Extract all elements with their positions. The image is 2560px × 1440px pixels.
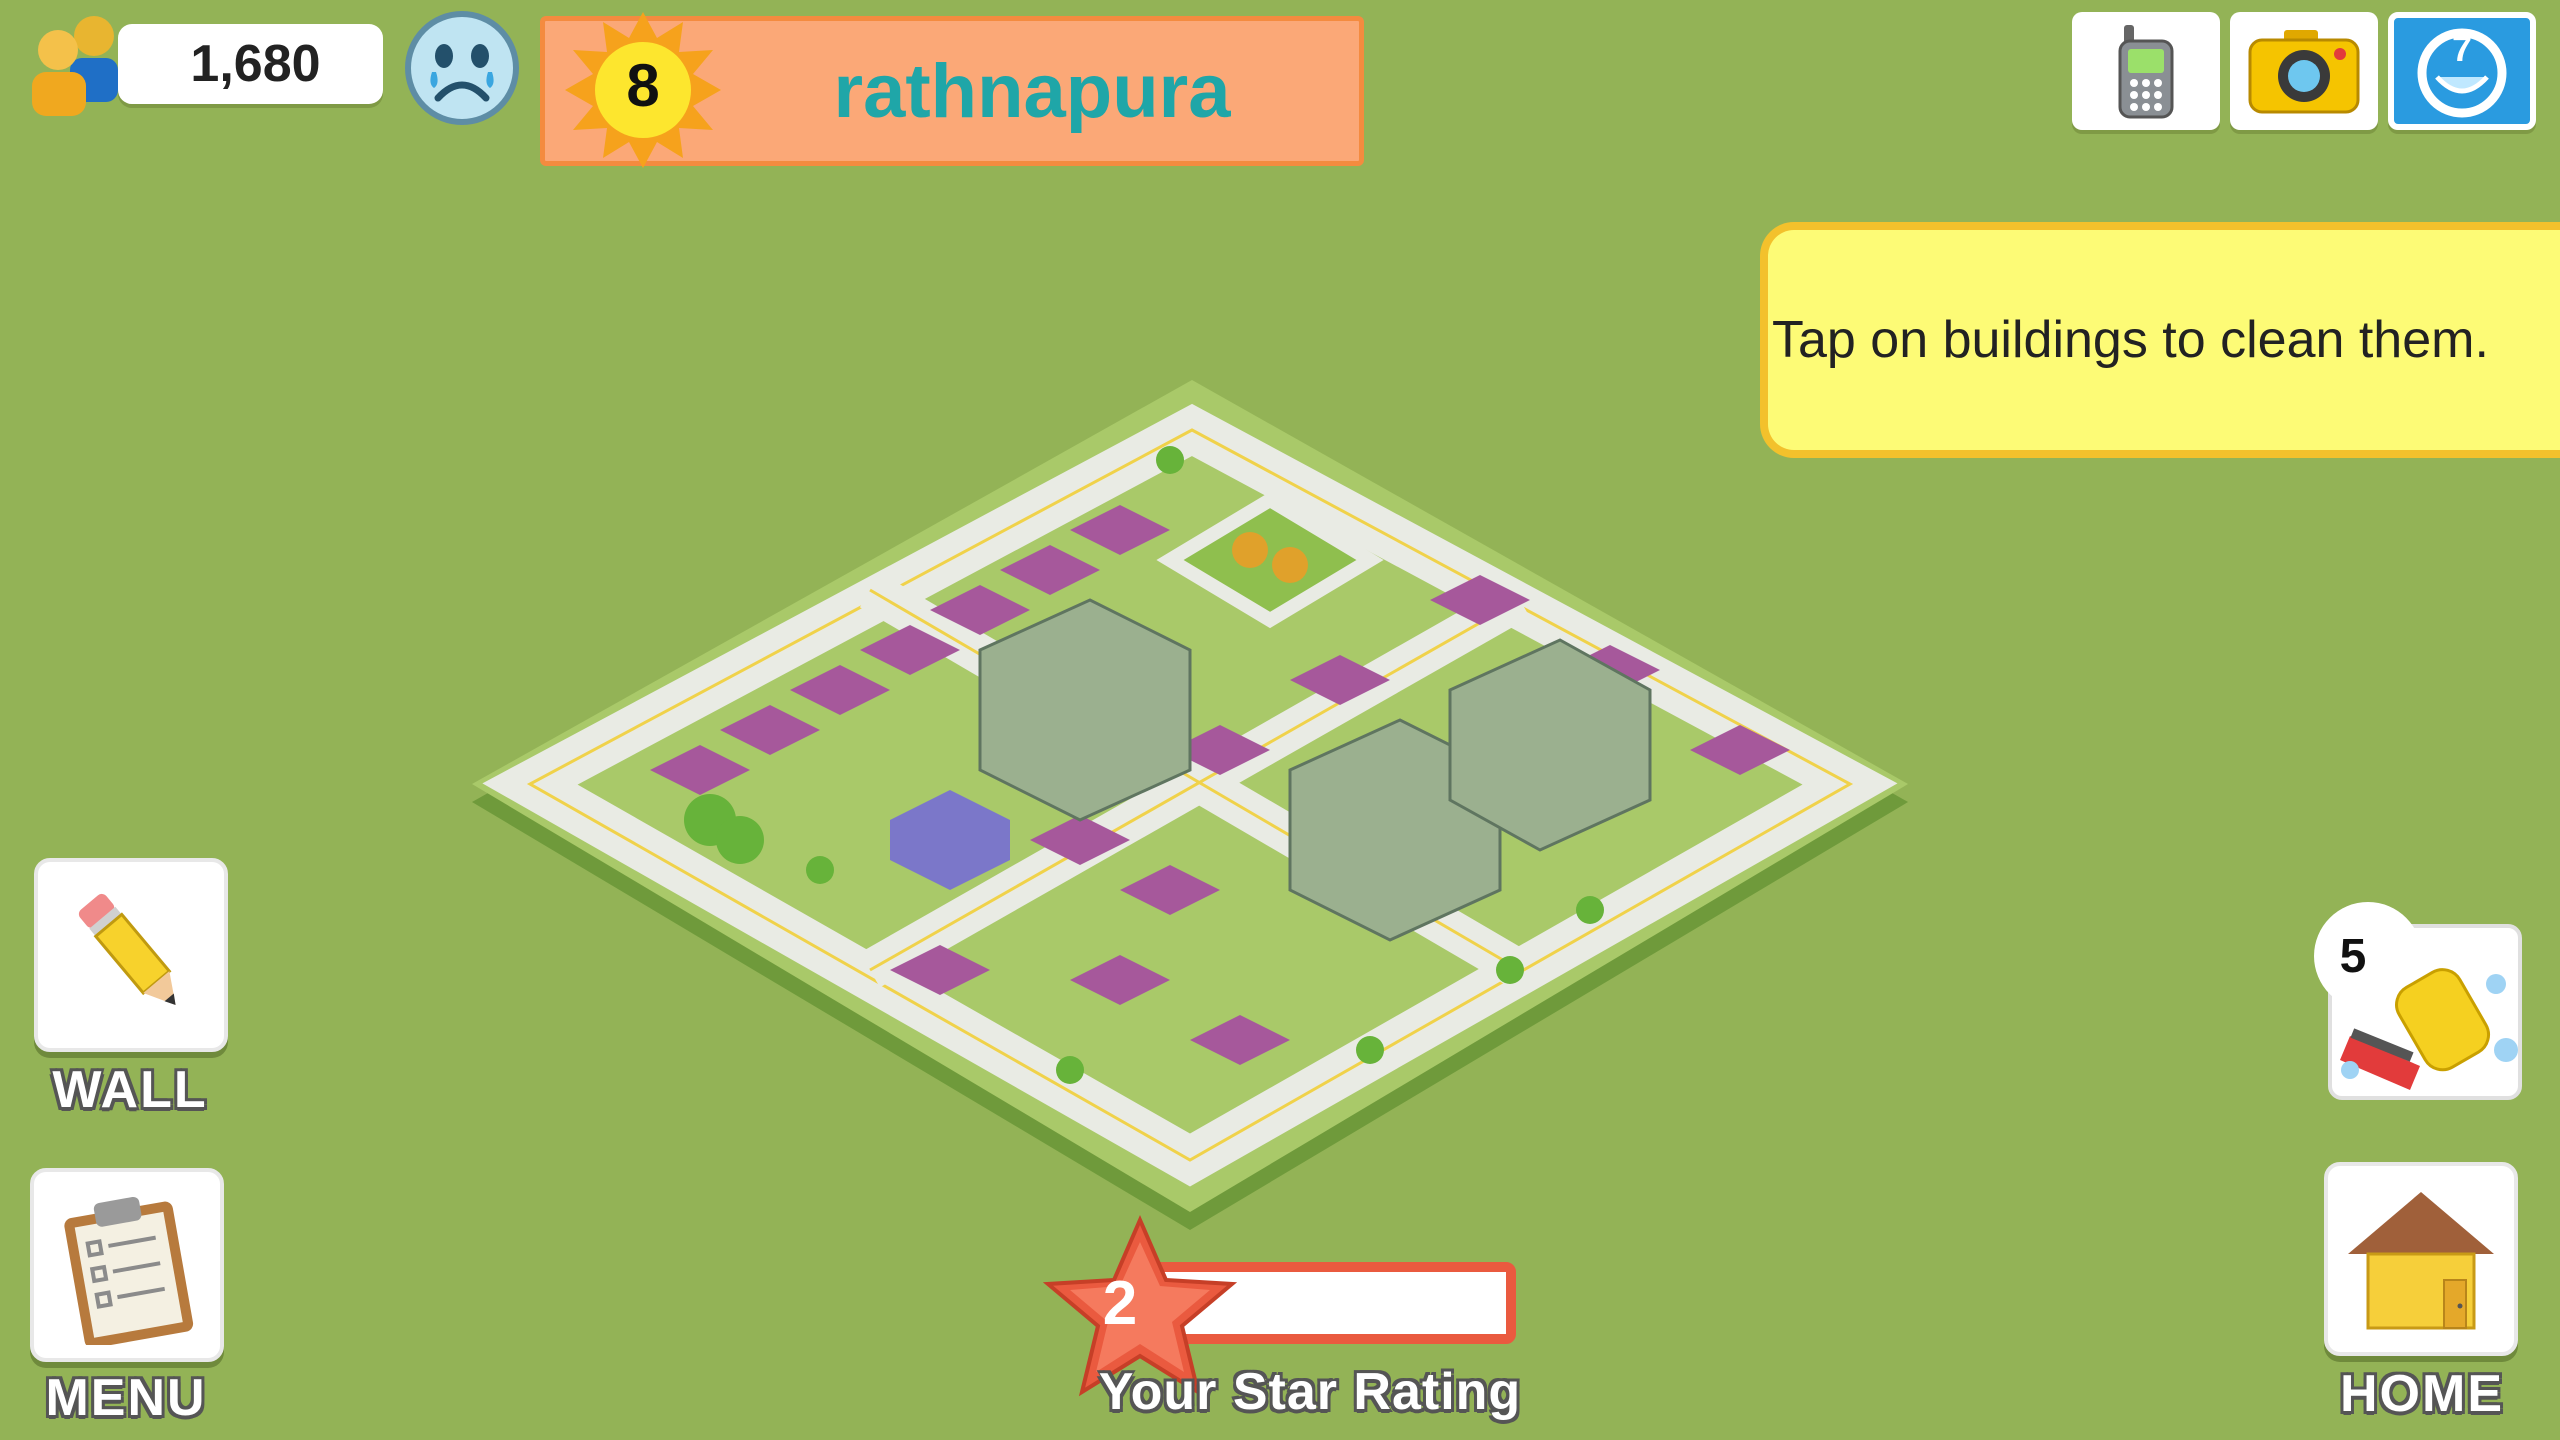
sad-face-icon bbox=[405, 11, 519, 125]
camera-button[interactable] bbox=[2230, 12, 2378, 130]
clipboard-icon bbox=[64, 1196, 194, 1345]
phone-button[interactable] bbox=[2072, 12, 2220, 130]
population-value: 1,680 bbox=[190, 35, 321, 93]
city-map[interactable] bbox=[470, 350, 1910, 1230]
house-icon bbox=[2348, 1192, 2494, 1330]
clean-count: 5 bbox=[2339, 929, 2367, 983]
refresh-button[interactable]: 7 bbox=[2388, 12, 2536, 130]
pencil-icon bbox=[78, 893, 176, 1006]
people-icon bbox=[32, 16, 118, 116]
refresh-icon: 7 bbox=[2417, 28, 2507, 118]
home-label: HOME bbox=[2340, 1365, 2504, 1423]
menu-label: MENU bbox=[45, 1369, 207, 1427]
rating-value: 2 bbox=[1102, 1268, 1138, 1338]
city-name: rathnapura bbox=[833, 48, 1231, 134]
camera-icon bbox=[2248, 30, 2360, 114]
svg-text:7: 7 bbox=[2452, 28, 2472, 69]
phone-icon bbox=[2118, 25, 2174, 119]
wall-button[interactable] bbox=[34, 858, 228, 1052]
rating-label: Your Star Rating bbox=[1098, 1363, 1522, 1421]
home-button[interactable] bbox=[2324, 1162, 2518, 1356]
menu-button[interactable] bbox=[30, 1168, 224, 1362]
wall-label: WALL bbox=[52, 1061, 208, 1119]
level-number: 8 bbox=[626, 51, 660, 119]
